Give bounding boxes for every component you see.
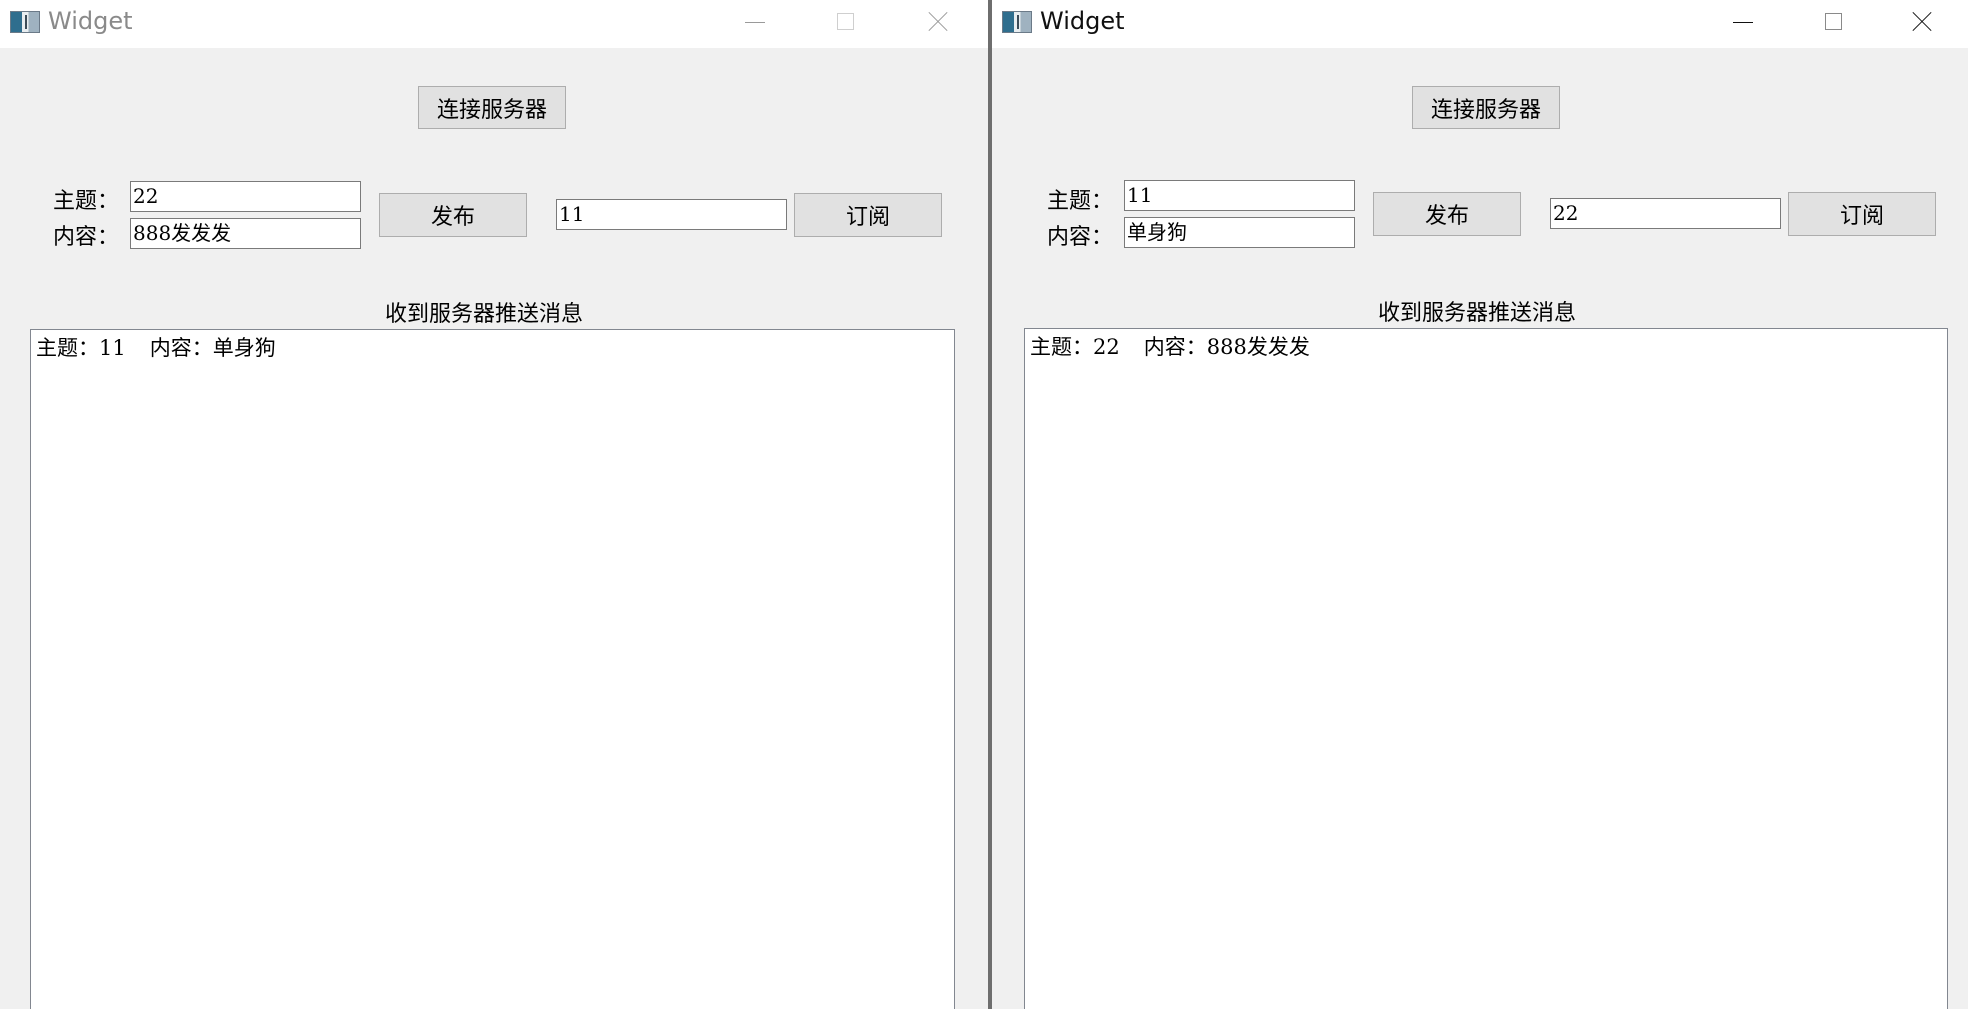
messages-box[interactable]: 主题：11 内容：单身狗 bbox=[30, 329, 955, 1009]
topic-label: 主题： bbox=[1047, 189, 1114, 214]
publish-button[interactable]: 发布 bbox=[1373, 192, 1521, 236]
subscribe-button[interactable]: 订阅 bbox=[1788, 192, 1936, 236]
widget-app-icon bbox=[10, 11, 40, 33]
messages-heading: 收到服务器推送消息 bbox=[385, 302, 584, 327]
publish-topic-input[interactable]: 11 bbox=[1124, 180, 1355, 211]
publish-topic-input[interactable]: 22 bbox=[130, 181, 361, 212]
title-bar[interactable]: Widget bbox=[0, 0, 988, 48]
topic-label: 主题： bbox=[53, 189, 120, 214]
minimize-icon[interactable] bbox=[708, 0, 800, 44]
message-item: 主题：11 内容：单身狗 bbox=[36, 333, 949, 363]
connect-server-button[interactable]: 连接服务器 bbox=[418, 86, 566, 129]
message-item: 主题：22 内容：888发发发 bbox=[1030, 332, 1942, 362]
subscribe-topic-input[interactable]: 22 bbox=[1550, 198, 1781, 229]
message-content-label: 内容： bbox=[149, 336, 213, 360]
subscribe-button[interactable]: 订阅 bbox=[794, 193, 942, 237]
message-content-label: 内容： bbox=[1143, 335, 1207, 359]
message-topic: 11 bbox=[99, 336, 126, 360]
widget-app-icon bbox=[1002, 11, 1032, 33]
content-label: 内容： bbox=[53, 225, 120, 250]
message-topic-label: 主题： bbox=[36, 336, 99, 360]
content-label: 内容： bbox=[1047, 225, 1114, 250]
publish-content-input[interactable]: 888发发发 bbox=[130, 218, 361, 249]
publish-button[interactable]: 发布 bbox=[379, 193, 527, 237]
window-title: Widget bbox=[1040, 7, 1125, 35]
message-topic: 22 bbox=[1093, 335, 1120, 359]
widget-window-right: Widget 连接服务器 主题： 内容： 11 单身狗 发布 22 订阅 收到服… bbox=[992, 0, 1968, 1009]
widget-window-left: Widget 连接服务器 主题： 内容： 22 888发发发 发布 11 订阅 … bbox=[0, 0, 988, 1009]
publish-content-input[interactable]: 单身狗 bbox=[1124, 217, 1355, 248]
connect-server-button[interactable]: 连接服务器 bbox=[1412, 86, 1560, 129]
message-content: 单身狗 bbox=[212, 336, 276, 360]
desktop-screen: Widget 连接服务器 主题： 内容： 22 888发发发 发布 11 订阅 … bbox=[0, 0, 1968, 1009]
subscribe-topic-input[interactable]: 11 bbox=[556, 199, 787, 230]
maximize-icon[interactable] bbox=[1788, 0, 1880, 44]
close-icon[interactable] bbox=[1876, 0, 1968, 44]
message-topic-label: 主题： bbox=[1030, 335, 1093, 359]
close-icon[interactable] bbox=[892, 0, 984, 44]
title-bar[interactable]: Widget bbox=[992, 0, 1968, 48]
messages-box[interactable]: 主题：22 内容：888发发发 bbox=[1024, 328, 1948, 1009]
minimize-icon[interactable] bbox=[1696, 0, 1788, 44]
window-title: Widget bbox=[48, 7, 133, 35]
maximize-icon[interactable] bbox=[800, 0, 892, 44]
message-content: 888发发发 bbox=[1206, 335, 1310, 359]
messages-heading: 收到服务器推送消息 bbox=[1378, 301, 1577, 326]
